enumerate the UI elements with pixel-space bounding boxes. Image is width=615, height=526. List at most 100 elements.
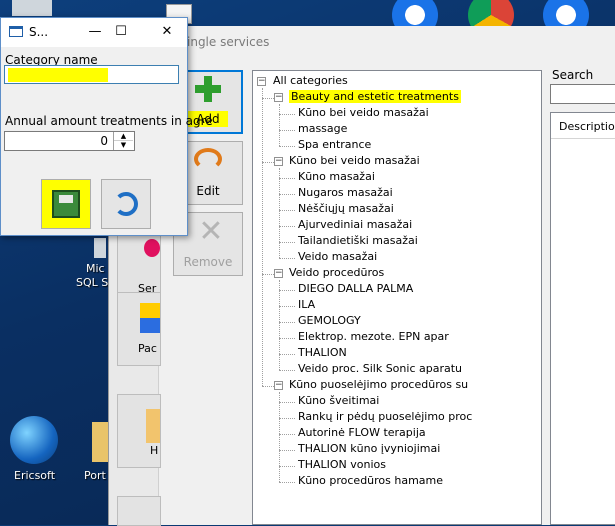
annual-amount-stepper[interactable]: ▲ ▼ [113,132,133,150]
tree-item-label: Elektrop. mezote. EPN apar [298,330,449,343]
tree-item[interactable]: THALION [298,346,347,359]
tree-item[interactable]: Rankų ir pėdų puoselėjimo proc [298,410,472,423]
tree-item-label: Spa entrance [298,138,372,151]
tree-connector [262,98,274,99]
refresh-arrow-icon [194,148,222,170]
tree-group-toggle[interactable]: − [274,93,283,102]
save-button[interactable] [41,179,91,229]
tree-item[interactable]: Kūno masažai [298,170,375,183]
tree-group-0[interactable]: Beauty and estetic treatments [289,90,461,103]
tree-item[interactable]: THALION vonios [298,458,386,471]
tree-connector [279,114,295,115]
tree-item[interactable]: ILA [298,298,315,311]
tree-item[interactable]: Ajurvediniai masažai [298,218,412,231]
stepper-up-icon[interactable]: ▲ [114,132,133,141]
tree-connector [279,338,295,339]
desktop-label-port: Port [84,469,106,482]
ericsoft-icon[interactable] [10,416,58,464]
tree-group-2-label: Veido procedūros [289,266,385,279]
tree-connector [262,88,263,386]
folder-icon[interactable] [92,422,108,462]
tree-item[interactable]: DIEGO DALLA PALMA [298,282,413,295]
search-input[interactable] [550,84,615,104]
tree-group-1-label: Kūno bei veido masažai [289,154,420,167]
tree-connector [279,306,295,307]
tree-connector [279,434,295,435]
tree-item[interactable]: Autorinė FLOW terapija [298,426,426,439]
computer-icon[interactable] [12,0,52,16]
category-tree[interactable]: − All categories − Beauty and estetic treat… [252,70,542,525]
dialog-titlebar: S... — ☐ ✕ [1,18,187,47]
tree-connector [279,242,295,243]
window-title: ingle services [187,35,270,49]
maximize-icon[interactable]: ☐ [111,22,131,42]
desktop-label-mic: Mic [86,262,105,275]
tree-item[interactable]: Nėščiųjų masažai [298,202,394,215]
tree-item[interactable]: GEMOLOGY [298,314,361,327]
remove-x-icon: ✕ [198,214,224,249]
tree-connector [279,482,295,483]
undo-button[interactable] [101,179,151,229]
tree-item-label: THALION [298,346,347,359]
tree-item-label: DIEGO DALLA PALMA [298,282,414,295]
tree-item[interactable]: massage [298,122,347,135]
tree-connector [279,130,295,131]
tile-hotel[interactable]: H [117,394,161,468]
tree-group-toggle[interactable]: − [274,269,283,278]
tree-group-0-label: Beauty and estetic treatments [289,90,461,103]
services-grid[interactable]: Description [550,112,615,525]
tree-connector [279,370,295,371]
tree-connector [279,258,295,259]
tree-item[interactable]: Elektrop. mezote. EPN apar [298,330,449,343]
services-icon [144,239,160,257]
tree-group-toggle[interactable]: − [274,381,283,390]
tree-item[interactable]: THALION kūno įvyniojimai [298,442,440,455]
tree-item[interactable]: Kūno procedūros hamame [298,474,443,487]
tree-item-label: Nėščiųjų masažai [298,202,394,215]
close-icon[interactable]: ✕ [157,22,177,42]
minimize-icon[interactable]: — [85,22,105,42]
tree-item[interactable]: Veido masažai [298,250,377,263]
floppy-save-icon [52,190,80,218]
tree-connector [279,466,295,467]
tree-group-toggle[interactable]: − [274,157,283,166]
sql-icon[interactable] [94,238,106,258]
tree-item-label: Kūno procedūros hamame [298,474,444,487]
tree-group-3[interactable]: Kūno puoselėjimo procedūros su [289,378,468,391]
tree-root-toggle[interactable]: − [257,77,266,86]
tree-item-label: GEMOLOGY [298,314,361,327]
hotel-icon [146,409,160,443]
annual-amount-label: Annual amount treatments in agre [5,114,213,128]
desktop-label-ericsoft: Ericsoft [14,469,56,482]
tree-root[interactable]: All categories [273,74,348,87]
tree-item-label: THALION kūno įvyniojimai [298,442,441,455]
tree-connector [279,402,295,403]
tree-item[interactable]: Kūno bei veido masažai [298,106,429,119]
tree-item[interactable]: Spa entrance [298,138,371,151]
tree-connector [279,178,295,179]
tile-packages[interactable]: Pac [117,292,161,366]
tree-group-1[interactable]: Kūno bei veido masažai [289,154,420,167]
tree-group-2[interactable]: Veido procedūros [289,266,384,279]
tree-item-label: Kūno bei veido masažai [298,106,429,119]
tree-item-label: Veido masažai [298,250,378,263]
tree-item[interactable]: Veido proc. Silk Sonic aparatu [298,362,462,375]
tree-item[interactable]: Kūno šveitimai [298,394,379,407]
tree-item[interactable]: Nugaros masažai [298,186,393,199]
tree-root-label: All categories [273,74,348,87]
tree-item[interactable]: Tailandietiški masažai [298,234,418,247]
tree-item-label: Ajurvediniai masažai [298,218,413,231]
tile-more[interactable] [117,496,161,526]
window-icon [9,26,23,37]
tree-connector [262,274,274,275]
tree-connector [279,104,280,146]
tree-connector [279,280,280,370]
tree-item-label: Tailandietiški masažai [298,234,418,247]
tree-connector [279,146,295,147]
dialog-title: S... [29,25,49,39]
tree-connector [279,418,295,419]
category-name-input[interactable] [4,65,179,84]
grid-header-description[interactable]: Description [551,113,615,139]
stepper-down-icon[interactable]: ▼ [114,141,133,150]
tree-connector [279,194,295,195]
